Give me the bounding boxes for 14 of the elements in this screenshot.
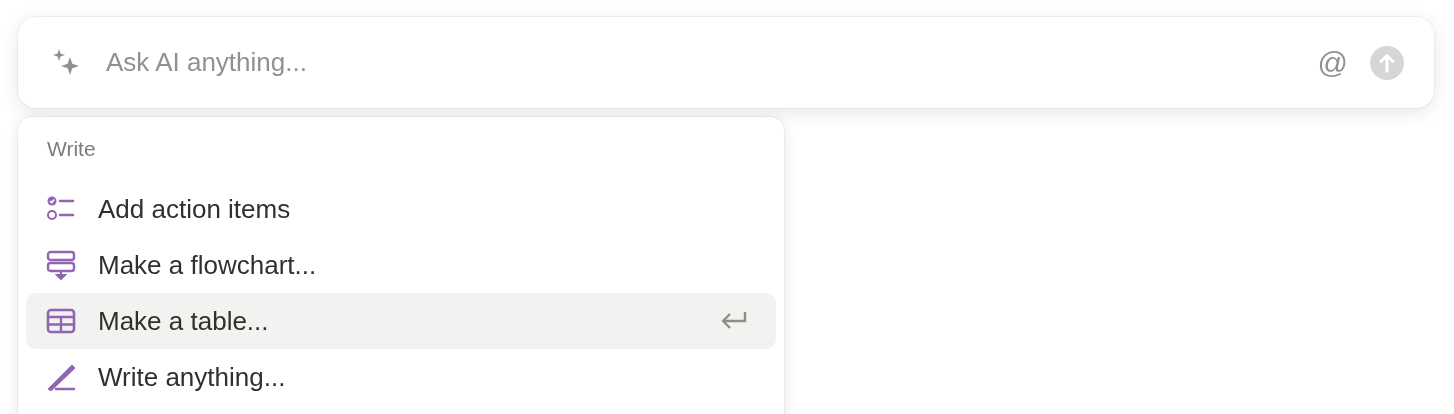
menu-item[interactable]: Add action items xyxy=(26,181,776,237)
send-button[interactable] xyxy=(1370,45,1404,80)
prompt-field[interactable]: Ask AI anything... xyxy=(106,47,1298,78)
menu-item-label: Make a flowchart... xyxy=(98,249,318,281)
menu-item[interactable]: Make a table... xyxy=(26,293,776,349)
pen-icon xyxy=(46,362,76,392)
menu-item[interactable]: Make a flowchart... xyxy=(26,237,776,293)
menu-item[interactable]: Write anything... xyxy=(26,349,776,405)
table-icon xyxy=(46,306,76,336)
flowchart-icon xyxy=(46,250,76,280)
section-heading: Write xyxy=(46,136,97,162)
menu-item-label: Write anything... xyxy=(98,361,287,393)
menu-item-label: Add action items xyxy=(98,193,292,225)
menu-item-label: Make a table... xyxy=(98,305,270,337)
